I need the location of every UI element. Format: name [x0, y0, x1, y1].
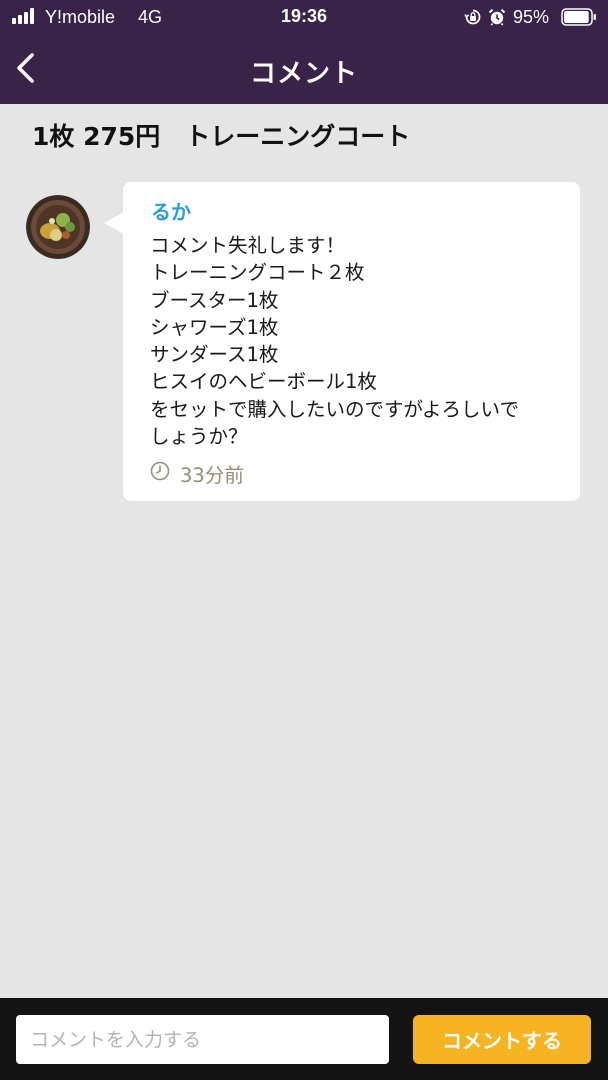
commenter-name[interactable]: るか: [151, 196, 191, 225]
comment-submit-button[interactable]: コメントする: [413, 1015, 591, 1064]
comment-line: サンダース1枚: [150, 343, 279, 367]
avatar-image: [26, 195, 90, 259]
orientation-lock-icon: [464, 9, 481, 25]
avatar[interactable]: [26, 195, 90, 259]
comment-line: をセットで購入したいのですがよろしいで: [150, 397, 519, 421]
comment-line: トレーニングコート２枚: [150, 261, 365, 285]
comment-text: コメント失礼します！ トレーニングコート２枚 ブースター1枚 シャワーズ1枚 サ…: [150, 232, 570, 450]
battery-percent: 95%: [513, 7, 550, 27]
bubble-tail: [104, 212, 124, 234]
page-title: コメント: [249, 59, 358, 89]
nav-bar: コメント: [0, 34, 608, 104]
comment-line: ブースター1枚: [150, 288, 279, 312]
comment-bubble: るか コメント失礼します！ トレーニングコート２枚 ブースター1枚 シャワーズ1…: [123, 182, 580, 501]
comment-line: コメント失礼します！: [150, 234, 346, 257]
battery-icon: [561, 8, 596, 26]
comment-line: しょうか？: [150, 425, 248, 449]
comment-line: シャワーズ1枚: [150, 315, 279, 339]
alarm-icon: [488, 9, 506, 26]
comment-line: ヒスイのヘビーボール1枚: [150, 370, 377, 394]
clock-icon: [150, 461, 170, 481]
comment-timestamp: 33分前: [180, 464, 244, 487]
item-title: 1枚 275円 トレーニングコート: [32, 122, 411, 151]
comment-input[interactable]: [16, 1015, 389, 1064]
status-bar: Y!mobile 4G 19:36 95%: [0, 0, 608, 34]
comment-input-bar: コメントする: [0, 998, 608, 1080]
